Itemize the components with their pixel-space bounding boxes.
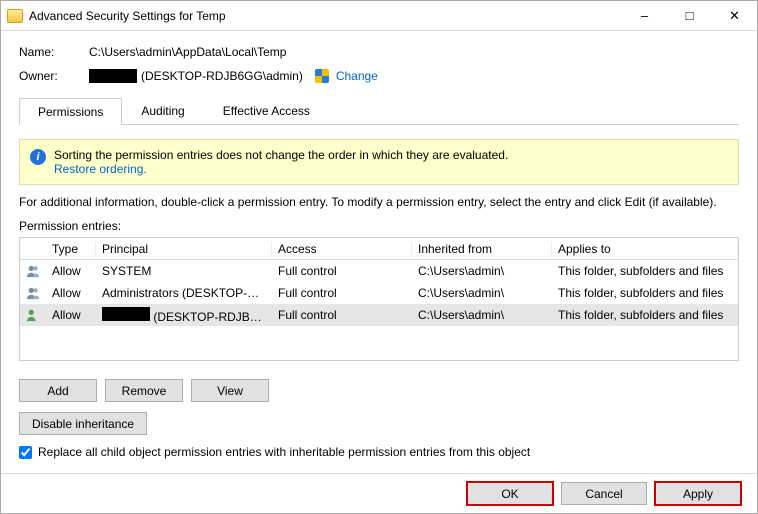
- owner-label: Owner:: [19, 69, 89, 83]
- col-type[interactable]: Type: [46, 242, 96, 256]
- name-value: C:\Users\admin\AppData\Local\Temp: [89, 45, 286, 59]
- permissions-grid: Type Principal Access Inherited from App…: [19, 237, 739, 361]
- folder-icon: [7, 9, 23, 23]
- cell-type: Allow: [46, 286, 96, 300]
- user-icon: [26, 308, 40, 322]
- cell-applies: This folder, subfolders and files: [552, 264, 738, 278]
- grid-header: Type Principal Access Inherited from App…: [20, 238, 738, 260]
- cell-type: Allow: [46, 264, 96, 278]
- window-title: Advanced Security Settings for Temp: [29, 9, 622, 23]
- content-area: Name: C:\Users\admin\AppData\Local\Temp …: [1, 31, 757, 473]
- tab-permissions[interactable]: Permissions: [19, 98, 122, 125]
- cell-principal: SYSTEM: [96, 264, 272, 278]
- col-access[interactable]: Access: [272, 242, 412, 256]
- users-icon: [26, 264, 40, 278]
- name-label: Name:: [19, 45, 89, 59]
- cell-inherited: C:\Users\admin\: [412, 264, 552, 278]
- owner-value: (DESKTOP-RDJB6GG\admin): [141, 69, 303, 83]
- ok-button[interactable]: OK: [467, 482, 553, 505]
- maximize-button[interactable]: □: [667, 1, 712, 30]
- cell-access: Full control: [272, 308, 412, 322]
- cell-type: Allow: [46, 308, 96, 322]
- cell-applies: This folder, subfolders and files: [552, 286, 738, 300]
- change-owner-link[interactable]: Change: [336, 69, 378, 83]
- titlebar: Advanced Security Settings for Temp – □ …: [1, 1, 757, 31]
- tab-auditing[interactable]: Auditing: [122, 97, 203, 124]
- cell-access: Full control: [272, 286, 412, 300]
- restore-ordering-link[interactable]: Restore ordering.: [54, 162, 147, 176]
- replace-child-label: Replace all child object permission entr…: [38, 445, 530, 459]
- disable-inheritance-button[interactable]: Disable inheritance: [19, 412, 147, 435]
- table-row[interactable]: Allow (DESKTOP-RDJB6GG\ad...Full control…: [20, 304, 738, 326]
- col-principal[interactable]: Principal: [96, 242, 272, 256]
- cancel-button[interactable]: Cancel: [561, 482, 647, 505]
- close-button[interactable]: ✕: [712, 1, 757, 30]
- users-icon: [26, 286, 40, 300]
- help-text: For additional information, double-click…: [19, 195, 739, 209]
- shield-icon: [315, 69, 329, 83]
- view-button[interactable]: View: [191, 379, 269, 402]
- tab-bar: Permissions Auditing Effective Access: [19, 97, 739, 125]
- cell-inherited: C:\Users\admin\: [412, 308, 552, 322]
- info-banner: i Sorting the permission entries does no…: [19, 139, 739, 185]
- info-icon: i: [30, 149, 46, 165]
- cell-access: Full control: [272, 264, 412, 278]
- remove-button[interactable]: Remove: [105, 379, 183, 402]
- tab-effective-access[interactable]: Effective Access: [204, 97, 329, 124]
- security-settings-window: Advanced Security Settings for Temp – □ …: [0, 0, 758, 514]
- cell-principal: (DESKTOP-RDJB6GG\ad...: [96, 307, 272, 324]
- replace-child-checkbox[interactable]: [19, 446, 32, 459]
- minimize-button[interactable]: –: [622, 1, 667, 30]
- entries-label: Permission entries:: [19, 219, 739, 233]
- apply-button[interactable]: Apply: [655, 482, 741, 505]
- banner-text: Sorting the permission entries does not …: [54, 148, 508, 162]
- table-row[interactable]: AllowAdministrators (DESKTOP-RDJ...Full …: [20, 282, 738, 304]
- cell-applies: This folder, subfolders and files: [552, 308, 738, 322]
- table-row[interactable]: AllowSYSTEMFull controlC:\Users\admin\Th…: [20, 260, 738, 282]
- add-button[interactable]: Add: [19, 379, 97, 402]
- col-applies[interactable]: Applies to: [552, 242, 738, 256]
- principal-redacted: [102, 307, 150, 321]
- cell-inherited: C:\Users\admin\: [412, 286, 552, 300]
- col-inherited[interactable]: Inherited from: [412, 242, 552, 256]
- cell-principal: Administrators (DESKTOP-RDJ...: [96, 286, 272, 300]
- dialog-footer: OK Cancel Apply: [1, 473, 757, 513]
- owner-redacted: [89, 69, 137, 83]
